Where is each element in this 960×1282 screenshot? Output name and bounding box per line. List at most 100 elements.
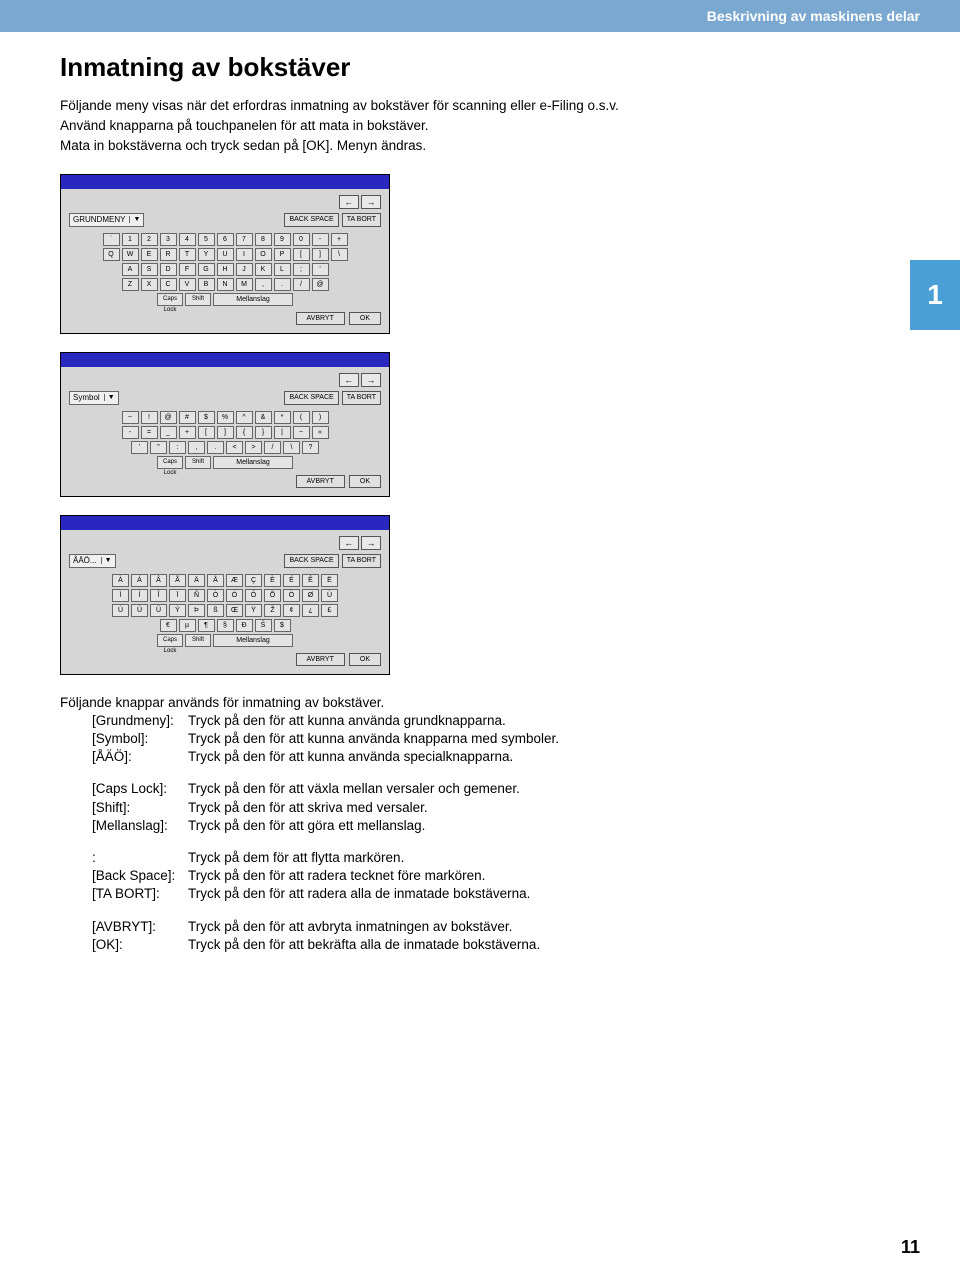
keyboard-key: !	[141, 411, 158, 424]
key-grid: ~!@#$%^&*() -=_+[]{}|~« '":,.<>/\? Caps …	[69, 411, 381, 469]
definition-row: [Symbol]:Tryck på den för att kunna anvä…	[92, 730, 900, 748]
keyboard-key: B	[198, 278, 215, 291]
keyboard-key: +	[179, 426, 196, 439]
definition-value: Tryck på den för att kunna använda speci…	[188, 748, 513, 766]
keyboard-key: '	[131, 441, 148, 454]
keyboard-key: M	[236, 278, 253, 291]
key-grid: `1234567890-+ QWERTYUIOP[]\ ASDFGHJKL;' …	[69, 233, 381, 306]
keyboard-key: ¢	[283, 604, 300, 617]
description-lead: Följande knappar används för inmatning a…	[60, 695, 900, 710]
capslock-key: Caps Lock	[157, 293, 183, 306]
keyboard-key: Í	[131, 589, 148, 602]
definition-row: [Mellanslag]:Tryck på den för att göra e…	[92, 817, 900, 835]
definition-row: [Grundmeny]:Tryck på den för att kunna a…	[92, 712, 900, 730]
space-key: Mellanslag	[213, 634, 293, 647]
intro-text: Följande meny visas när det erfordras in…	[60, 97, 900, 156]
keyboard-key: "	[150, 441, 167, 454]
keyboard-key: €	[160, 619, 177, 632]
keyboard-key: «	[312, 426, 329, 439]
keyboard-key: Ï	[169, 589, 186, 602]
keyboard-key: Ý	[169, 604, 186, 617]
keyboard-key: µ	[179, 619, 196, 632]
cancel-button: AVBRYT	[296, 475, 345, 488]
keyboard-key: )	[312, 411, 329, 424]
arrow-left-icon: ←	[339, 373, 359, 387]
keyboard-key: .	[274, 278, 291, 291]
keyboard-key: 4	[179, 233, 196, 246]
definition-row: [Shift]:Tryck på den för att skriva med …	[92, 799, 900, 817]
keyboard-key: Á	[131, 574, 148, 587]
keyboard-key: D	[160, 263, 177, 276]
definition-key: [ÅÄÖ]:	[92, 748, 188, 766]
keyboard-key: Z	[122, 278, 139, 291]
keyboard-key: -	[122, 426, 139, 439]
ok-button: OK	[349, 653, 381, 666]
breadcrumb: Beskrivning av maskinens delar	[707, 8, 920, 24]
cancel-button: AVBRYT	[296, 312, 345, 325]
space-key: Mellanslag	[213, 293, 293, 306]
keyboard-key: ;	[293, 263, 310, 276]
keyboard-key: $	[198, 411, 215, 424]
window-titlebar	[61, 175, 389, 189]
keyboard-key: \	[331, 248, 348, 261]
keyboard-key: Â	[150, 574, 167, 587]
ok-button: OK	[349, 312, 381, 325]
keyboard-key: H	[217, 263, 234, 276]
keyboard-key: C	[160, 278, 177, 291]
keyboard-key: ¿	[302, 604, 319, 617]
shift-key: Shift	[185, 456, 211, 469]
window-titlebar	[61, 353, 389, 367]
keyboard-key: 9	[274, 233, 291, 246]
keyboard-key: :	[169, 441, 186, 454]
keyboard-key: À	[112, 574, 129, 587]
shift-key: Shift	[185, 634, 211, 647]
keyboard-key: E	[141, 248, 158, 261]
keyboard-key: }	[255, 426, 272, 439]
definition-value: Tryck på den för att skriva med versaler…	[188, 799, 428, 817]
keyboard-key: È	[264, 574, 281, 587]
definition-value: Tryck på den för att radera alla de inma…	[188, 885, 530, 903]
keyboard-key: ß	[207, 604, 224, 617]
keyboard-key: -	[312, 233, 329, 246]
mode-dropdown: ÅÄÖ...▼	[69, 554, 116, 568]
keyboard-key: Œ	[226, 604, 243, 617]
keyboard-key: Ë	[321, 574, 338, 587]
keyboard-key: A	[122, 263, 139, 276]
keyboard-key: L	[274, 263, 291, 276]
keyboard-key: Ð	[236, 619, 253, 632]
page-title: Inmatning av bokstäver	[60, 52, 900, 83]
definition-row: [AVBRYT]:Tryck på den för att avbryta in…	[92, 918, 900, 936]
keyboard-key: 7	[236, 233, 253, 246]
keyboard-key: O	[255, 248, 272, 261]
capslock-key: Caps Lock	[157, 456, 183, 469]
keyboard-key: Y	[198, 248, 215, 261]
keyboard-key: '	[312, 263, 329, 276]
keyboard-key: ,	[255, 278, 272, 291]
keyboard-key: %	[217, 411, 234, 424]
keyboard-key: &	[255, 411, 272, 424]
delete-button: TA BORT	[342, 554, 381, 568]
cancel-button: AVBRYT	[296, 653, 345, 666]
mode-dropdown: Symbol▼	[69, 391, 119, 405]
delete-button: TA BORT	[342, 391, 381, 405]
keyboard-key: ]	[217, 426, 234, 439]
definition-value: Tryck på den för att växla mellan versal…	[188, 780, 520, 798]
definition-value: Tryck på den för att avbryta inmatningen…	[188, 918, 512, 936]
window-titlebar	[61, 516, 389, 530]
capslock-key: Caps Lock	[157, 634, 183, 647]
keyboard-key: <	[226, 441, 243, 454]
delete-button: TA BORT	[342, 213, 381, 227]
keyboard-key: Ç	[245, 574, 262, 587]
definition-value: Tryck på den för att radera tecknet före…	[188, 867, 485, 885]
keyboard-key: £	[321, 604, 338, 617]
keyboard-key: P	[274, 248, 291, 261]
key-grid: ÀÁÂÃÄÅÆÇÈÉÊË ÌÍÎÏÑÒÓÔÕÖØÙ ÚÛÜÝÞßŒŸŽ¢¿£ €…	[69, 574, 381, 647]
keyboard-key: Ì	[112, 589, 129, 602]
keyboard-key: Û	[131, 604, 148, 617]
keyboard-key: Ù	[321, 589, 338, 602]
keyboard-key: U	[217, 248, 234, 261]
keyboard-screenshot-grundmeny: ← → GRUNDMENY▼ BACK SPACE TA BORT `12345…	[60, 174, 390, 334]
keyboard-key: V	[179, 278, 196, 291]
keyboard-key: $	[274, 619, 291, 632]
keyboard-key: Ÿ	[245, 604, 262, 617]
